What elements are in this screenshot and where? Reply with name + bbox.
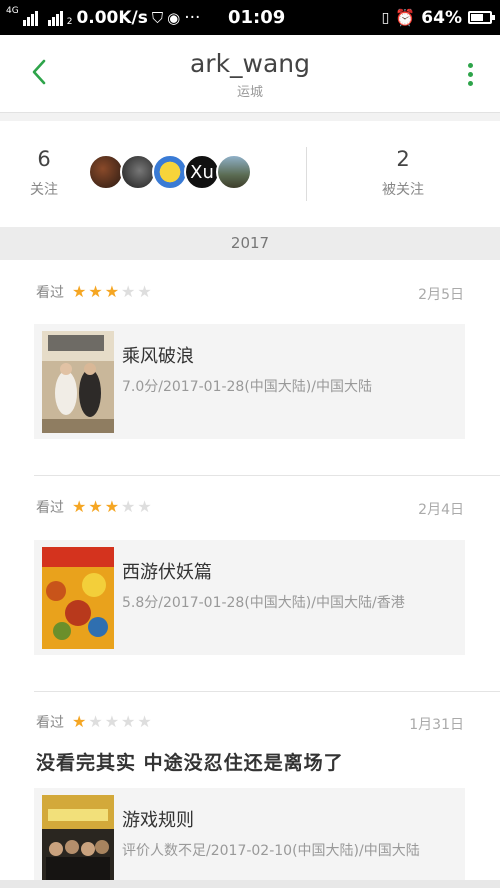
section-gap <box>0 113 500 121</box>
movie-poster <box>42 547 114 649</box>
movie-card[interactable]: 西游伏妖篇 5.8分/2017-01-28(中国大陆)/中国大陆/香港 <box>34 540 465 655</box>
movie-info: 7.0分/2017-01-28(中国大陆)/中国大陆 <box>122 379 372 395</box>
location-subtitle: 运城 <box>236 85 263 100</box>
weibo-icon: ◉ <box>167 8 181 27</box>
star-filled-icon: ★ <box>72 282 87 301</box>
avatar[interactable] <box>152 154 188 190</box>
rating-stars: ★ ★ ★ ★ ★ <box>72 284 152 300</box>
sim-slot: 2 <box>66 17 73 27</box>
more-notifications-icon: ··· <box>184 7 201 28</box>
entry-comment: 没看完其实 中途没忍住还是离场了 <box>36 752 344 774</box>
page-title: ark_wang <box>189 49 311 78</box>
avatar-text: Xu <box>190 161 214 183</box>
status-left: 4G 2 0.00K/s ⛉ ◉ ··· <box>6 0 200 35</box>
entry-date: 2月4日 <box>418 502 464 518</box>
clock: 01:09 <box>228 7 286 28</box>
list-item: 看过 ★ ★ ★ ★ ★ 2月4日 西游伏妖篇 5.8分/2017-01-28(中国大陆… <box>0 476 500 692</box>
watched-label: 看过 <box>36 715 64 731</box>
movie-card[interactable]: 游戏规则 评价人数不足/2017-02-10(中国大陆)/中国大陆 <box>34 788 465 880</box>
following-count: 6 <box>37 147 51 171</box>
star-empty-icon: ★ <box>137 497 152 516</box>
follow-summary: 6 关注 Xu 2 被关注 <box>0 121 500 227</box>
rating-stars: ★ ★ ★ ★ ★ <box>72 714 152 730</box>
following-avatars[interactable]: Xu <box>88 154 252 190</box>
star-empty-icon: ★ <box>88 712 103 731</box>
star-filled-icon: ★ <box>104 497 120 516</box>
followers-label: 被关注 <box>382 182 424 198</box>
rating-stars: ★ ★ ★ ★ ★ <box>72 499 152 515</box>
star-empty-icon: ★ <box>121 497 136 516</box>
movie-title: 乘风破浪 <box>122 346 194 367</box>
avatar[interactable] <box>216 154 252 190</box>
more-vertical-icon <box>468 63 473 68</box>
status-right: ▯ ⏰ 64% <box>381 0 495 35</box>
entry-date: 2月5日 <box>418 287 464 303</box>
star-empty-icon: ★ <box>121 712 136 731</box>
entry-meta: 看过 ★ ★ ★ ★ ★ <box>36 497 152 517</box>
signal-icon <box>22 10 38 26</box>
app-header: ark_wang 运城 <box>0 35 500 113</box>
more-options-button[interactable] <box>468 63 474 86</box>
followers-stat[interactable]: 2 被关注 <box>370 141 436 207</box>
list-item: 看过 ★ ★ ★ ★ ★ 2月5日 乘风破浪 7.0分/2017-01-28(中国大陆)… <box>0 260 500 476</box>
shield-icon: ⛉ <box>151 8 164 27</box>
bottom-edge <box>0 880 500 888</box>
movie-title: 西游伏妖篇 <box>122 562 212 583</box>
battery-icon <box>468 11 495 24</box>
star-filled-icon: ★ <box>72 497 87 516</box>
star-empty-icon: ★ <box>137 712 152 731</box>
followers-count: 2 <box>396 147 410 171</box>
avatar[interactable] <box>120 154 156 190</box>
following-label: 关注 <box>30 182 58 198</box>
entry-date: 1月31日 <box>409 717 464 733</box>
entry-meta: 看过 ★ ★ ★ ★ ★ <box>36 282 152 302</box>
following-stat[interactable]: 6 关注 <box>22 141 66 207</box>
vibrate-icon: ▯ <box>381 9 390 26</box>
star-empty-icon: ★ <box>137 282 152 301</box>
avatar[interactable]: Xu <box>184 154 220 190</box>
movie-title: 游戏规则 <box>122 810 194 831</box>
star-filled-icon: ★ <box>72 712 87 731</box>
star-filled-icon: ★ <box>88 282 103 301</box>
star-empty-icon: ★ <box>104 712 120 731</box>
star-empty-icon: ★ <box>121 282 136 301</box>
status-bar: 4G 2 0.00K/s ⛉ ◉ ··· 01:09 ▯ ⏰ 64% <box>0 0 500 35</box>
star-filled-icon: ★ <box>104 282 120 301</box>
movie-poster <box>42 331 114 433</box>
signal-icon-2 <box>47 10 63 26</box>
avatar[interactable] <box>88 154 124 190</box>
divider <box>306 147 307 201</box>
list-item: 看过 ★ ★ ★ ★ ★ 1月31日 没看完其实 中途没忍住还是离场了 游戏规则 评价人… <box>0 692 500 880</box>
star-filled-icon: ★ <box>88 497 103 516</box>
movie-card[interactable]: 乘风破浪 7.0分/2017-01-28(中国大陆)/中国大陆 <box>34 324 465 439</box>
network-type: 4G <box>6 6 19 16</box>
network-speed: 0.00K/s <box>76 7 148 28</box>
battery-percent: 64% <box>421 7 462 28</box>
watched-label: 看过 <box>36 500 64 516</box>
movie-poster <box>42 795 114 880</box>
year-header: 2017 <box>0 227 500 260</box>
alarm-icon: ⏰ <box>395 8 416 27</box>
movie-info: 评价人数不足/2017-02-10(中国大陆)/中国大陆 <box>122 843 420 859</box>
movie-info: 5.8分/2017-01-28(中国大陆)/中国大陆/香港 <box>122 595 405 611</box>
watched-label: 看过 <box>36 285 64 301</box>
entry-meta: 看过 ★ ★ ★ ★ ★ <box>36 712 152 732</box>
